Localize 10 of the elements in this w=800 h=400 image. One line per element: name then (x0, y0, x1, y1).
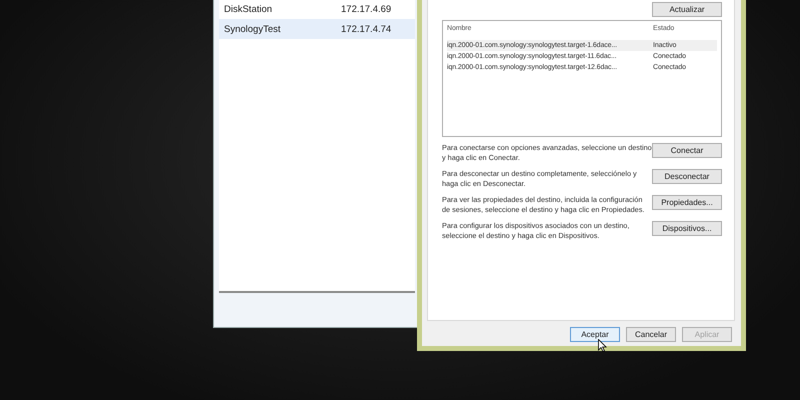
action-button[interactable]: Dispositivos... (652, 221, 722, 236)
dialog-button[interactable]: Aceptar (570, 327, 620, 342)
action-button[interactable]: Desconectar (652, 169, 722, 184)
action-button[interactable]: Propiedades... (652, 195, 722, 210)
action-button[interactable]: Conectar (652, 143, 722, 158)
mouse-pointer-icon (598, 339, 607, 352)
device-row[interactable]: SynologyTest 172.17.4.74 (219, 19, 415, 39)
device-row[interactable]: DiskStation 172.17.4.69 (219, 0, 415, 19)
refresh-button[interactable]: Actualizar (652, 2, 722, 17)
dialog-button[interactable]: Cancelar (626, 327, 676, 342)
